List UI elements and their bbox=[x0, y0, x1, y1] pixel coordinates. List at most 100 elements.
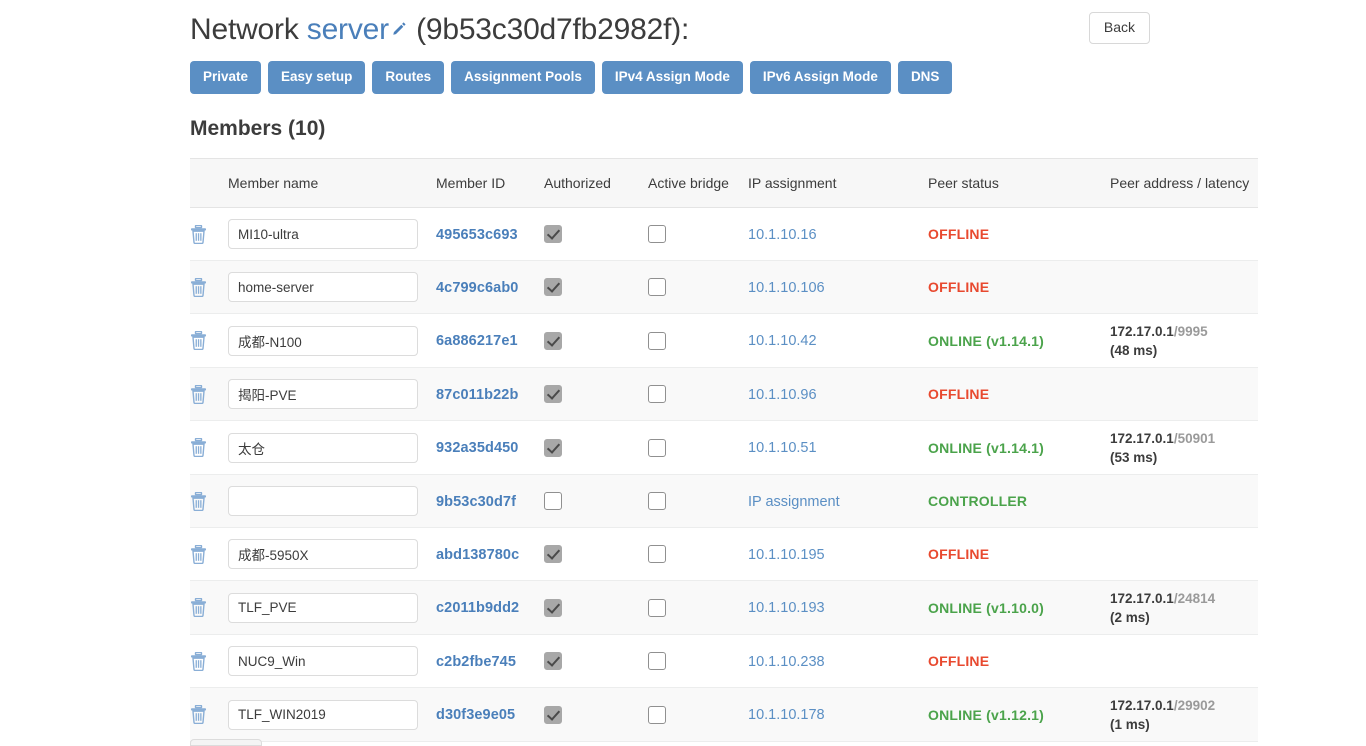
member-id-link[interactable]: 495653c693 bbox=[436, 227, 518, 243]
back-button[interactable]: Back bbox=[1088, 12, 1150, 44]
trash-icon[interactable] bbox=[190, 438, 222, 457]
authorized-checkbox[interactable] bbox=[544, 492, 562, 511]
member-name-input[interactable] bbox=[228, 379, 418, 409]
tab-ipv6-assign-mode[interactable]: IPv6 Assign Mode bbox=[749, 61, 891, 94]
tab-assignment-pools[interactable]: Assignment Pools bbox=[451, 61, 595, 94]
member-id-link[interactable]: 6a886217e1 bbox=[436, 333, 518, 349]
tab-easy-setup[interactable]: Easy setup bbox=[268, 61, 366, 94]
active-bridge-checkbox[interactable] bbox=[648, 225, 666, 244]
authorized-checkbox[interactable] bbox=[544, 438, 562, 457]
member-name-cell bbox=[228, 634, 436, 688]
table-row: c2011b9dd2 10.1.10.193 ONLINE (v1.10.0) 172… bbox=[190, 580, 1258, 635]
page-title-prefix: Network bbox=[190, 13, 299, 46]
member-id-link[interactable]: 87c011b22b bbox=[436, 387, 518, 403]
bottom-partial-element[interactable] bbox=[190, 739, 262, 746]
member-name-cell bbox=[228, 367, 436, 421]
member-active-bridge-cell bbox=[648, 207, 748, 261]
active-bridge-checkbox[interactable] bbox=[648, 598, 666, 617]
authorized-checkbox[interactable] bbox=[544, 385, 562, 404]
network-name-link[interactable]: server bbox=[307, 13, 389, 46]
trash-icon[interactable] bbox=[190, 384, 222, 404]
member-id-link[interactable]: 932a35d450 bbox=[436, 440, 518, 456]
member-id-cell: c2011b9dd2 bbox=[436, 580, 544, 635]
member-name-input[interactable] bbox=[228, 539, 418, 569]
member-ip-cell: 10.1.10.106 bbox=[748, 260, 928, 314]
authorized-checkbox[interactable] bbox=[544, 278, 562, 297]
member-delete-cell bbox=[190, 580, 228, 635]
ip-assignment-link[interactable]: 10.1.10.16 bbox=[748, 227, 817, 243]
ip-assignment-link[interactable]: 10.1.10.238 bbox=[748, 654, 825, 670]
authorized-checkbox[interactable] bbox=[544, 598, 562, 617]
member-id-link[interactable]: 9b53c30d7f bbox=[436, 494, 516, 510]
member-id-cell: 495653c693 bbox=[436, 207, 544, 261]
column-header-member-id: Member ID bbox=[436, 158, 544, 208]
trash-icon[interactable] bbox=[190, 651, 222, 671]
status-badge: OFFLINE bbox=[928, 653, 990, 669]
authorized-checkbox[interactable] bbox=[544, 545, 562, 564]
ip-assignment-link[interactable]: 10.1.10.106 bbox=[748, 280, 825, 296]
trash-icon[interactable] bbox=[190, 544, 222, 564]
active-bridge-checkbox[interactable] bbox=[648, 492, 666, 511]
member-name-input[interactable] bbox=[228, 592, 418, 623]
authorized-checkbox[interactable] bbox=[544, 225, 562, 244]
member-name-input[interactable] bbox=[228, 699, 418, 730]
ip-assignment-link[interactable]: IP assignment bbox=[748, 494, 840, 510]
member-id-link[interactable]: d30f3e9e05 bbox=[436, 707, 515, 723]
member-id-link[interactable]: abd138780c bbox=[436, 547, 519, 563]
member-peer-status-cell: ONLINE (v1.12.1) bbox=[928, 687, 1110, 742]
member-name-input[interactable] bbox=[228, 325, 418, 356]
member-active-bridge-cell bbox=[648, 420, 748, 475]
member-name-cell bbox=[228, 527, 436, 581]
ip-assignment-link[interactable]: 10.1.10.195 bbox=[748, 547, 825, 563]
tab-private[interactable]: Private bbox=[190, 61, 262, 94]
active-bridge-checkbox[interactable] bbox=[648, 652, 666, 671]
tab-routes[interactable]: Routes bbox=[372, 61, 445, 94]
trash-icon[interactable] bbox=[190, 705, 222, 724]
member-name-input[interactable] bbox=[228, 486, 418, 516]
member-ip-cell: 10.1.10.42 bbox=[748, 313, 928, 368]
trash-icon[interactable] bbox=[190, 331, 222, 350]
member-authorized-cell bbox=[544, 420, 648, 475]
member-delete-cell bbox=[190, 313, 228, 368]
member-peer-status-cell: OFFLINE bbox=[928, 207, 1110, 261]
ip-assignment-link[interactable]: 10.1.10.42 bbox=[748, 333, 817, 349]
ip-assignment-link[interactable]: 10.1.10.178 bbox=[748, 707, 825, 723]
trash-icon[interactable] bbox=[190, 598, 222, 617]
tab-ipv4-assign-mode[interactable]: IPv4 Assign Mode bbox=[601, 61, 743, 94]
ip-assignment-link[interactable]: 10.1.10.96 bbox=[748, 387, 817, 403]
tab-dns[interactable]: DNS bbox=[897, 61, 953, 94]
member-name-input[interactable] bbox=[228, 432, 418, 463]
authorized-checkbox[interactable] bbox=[544, 652, 562, 671]
member-active-bridge-cell bbox=[648, 527, 748, 581]
ip-assignment-link[interactable]: 10.1.10.193 bbox=[748, 600, 825, 616]
active-bridge-checkbox[interactable] bbox=[648, 385, 666, 404]
column-header-authorized: Authorized bbox=[544, 158, 648, 208]
member-name-cell bbox=[228, 474, 436, 528]
ip-assignment-link[interactable]: 10.1.10.51 bbox=[748, 440, 817, 456]
pencil-icon[interactable] bbox=[390, 10, 408, 48]
member-id-link[interactable]: 4c799c6ab0 bbox=[436, 280, 518, 296]
trash-icon[interactable] bbox=[190, 224, 222, 244]
member-name-input[interactable] bbox=[228, 219, 418, 249]
active-bridge-checkbox[interactable] bbox=[648, 705, 666, 724]
active-bridge-checkbox[interactable] bbox=[648, 438, 666, 457]
member-name-input[interactable] bbox=[228, 272, 418, 302]
member-ip-cell: 10.1.10.193 bbox=[748, 580, 928, 635]
member-authorized-cell bbox=[544, 687, 648, 742]
table-row: 6a886217e1 10.1.10.42 ONLINE (v1.14.1) 172.… bbox=[190, 313, 1258, 368]
active-bridge-checkbox[interactable] bbox=[648, 278, 666, 297]
status-badge: OFFLINE bbox=[928, 226, 990, 242]
members-section-title: Members (10) bbox=[190, 117, 326, 140]
member-delete-cell bbox=[190, 527, 228, 581]
authorized-checkbox[interactable] bbox=[544, 331, 562, 350]
authorized-checkbox[interactable] bbox=[544, 705, 562, 724]
member-id-link[interactable]: c2b2fbe745 bbox=[436, 654, 516, 670]
status-badge: CONTROLLER bbox=[928, 493, 1028, 509]
trash-icon[interactable] bbox=[190, 277, 222, 297]
trash-icon[interactable] bbox=[190, 491, 222, 511]
active-bridge-checkbox[interactable] bbox=[648, 331, 666, 350]
member-id-link[interactable]: c2011b9dd2 bbox=[436, 600, 519, 616]
peer-address: 172.17.0.1/50901 (53 ms) bbox=[1110, 431, 1252, 467]
active-bridge-checkbox[interactable] bbox=[648, 545, 666, 564]
member-name-input[interactable] bbox=[228, 646, 418, 676]
